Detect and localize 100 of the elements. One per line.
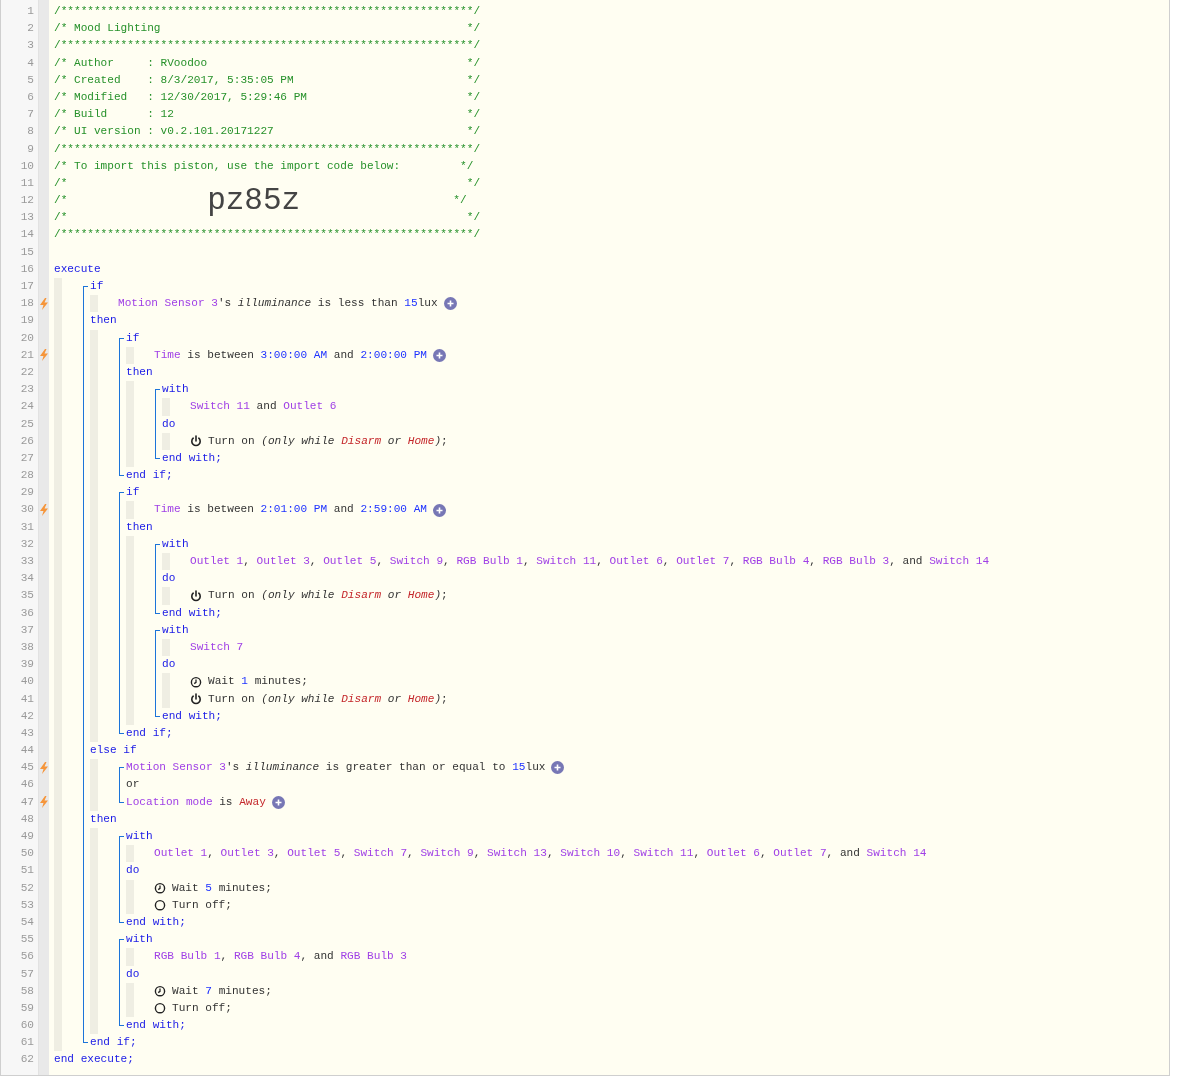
code-line: end if;	[90, 1035, 137, 1051]
line-number: 45	[19, 760, 35, 776]
line-number: 24	[19, 399, 35, 415]
clock-icon	[154, 882, 166, 895]
code-line: end if;	[126, 468, 173, 484]
line-number: 52	[19, 880, 35, 896]
line-number: 2	[26, 21, 35, 37]
line-number: 9	[26, 141, 35, 157]
line-number: 40	[19, 674, 35, 690]
code-line: if	[126, 485, 140, 501]
code-line: RGB Bulb 1, RGB Bulb 4, and RGB Bulb 3	[154, 949, 407, 965]
line-number: 17	[19, 279, 35, 294]
code-line: end with;	[162, 450, 222, 466]
line-number: 12	[19, 193, 35, 209]
add-button[interactable]	[551, 761, 565, 775]
code-line: /* Build : 12 */	[54, 107, 481, 123]
code-line: Outlet 1, Outlet 3, Outlet 5, Switch 7, Switch 9, Switch 13, Switch 10, Switch 11, Outlet 6, Outlet 7, and Switch 14	[154, 846, 927, 862]
line-number: 20	[19, 330, 35, 346]
code-line: if	[126, 330, 140, 346]
code-line: then	[126, 364, 153, 380]
line-number: 27	[19, 450, 35, 466]
code-line: Motion Sensor 3's illuminance is greater than or equal to 15lux	[126, 760, 546, 776]
code-line: /**************************************************************/	[54, 227, 481, 243]
power-icon	[190, 435, 202, 448]
code-line: Wait 1 minutes;	[208, 674, 308, 690]
line-number: 11	[19, 175, 35, 191]
line-number: 31	[19, 519, 35, 535]
code-line: do	[126, 966, 140, 982]
circle-icon	[154, 1002, 166, 1015]
line-number: 47	[19, 794, 35, 810]
code-line: with	[162, 382, 189, 398]
code-line: Turn on (only while Disarm or Home);	[208, 691, 448, 707]
line-number: 49	[19, 829, 35, 844]
line-number: 43	[19, 725, 35, 741]
code-line: Wait 7 minutes;	[172, 983, 272, 999]
code-line: Time is between 2:01:00 PM and 2:59:00 AM	[154, 502, 427, 518]
line-number: 44	[19, 743, 35, 759]
line-number: 51	[19, 863, 35, 879]
line-number: 34	[19, 571, 35, 587]
line-number: 61	[19, 1035, 35, 1051]
plus-icon	[273, 797, 283, 807]
code-line: /**************************************************************/	[54, 38, 481, 54]
code-line: Turn off;	[172, 897, 232, 913]
line-number: 32	[19, 536, 35, 552]
line-number: 28	[19, 468, 35, 484]
line-number: 23	[19, 382, 35, 398]
code-line: /* */	[54, 175, 481, 189]
plus-icon	[445, 299, 455, 309]
plus-icon	[553, 763, 563, 773]
code-line: /* To import this piston, use the import code below: */	[54, 158, 474, 174]
line-number: 21	[19, 347, 35, 363]
line-number: 58	[19, 983, 35, 999]
line-number: 10	[19, 158, 35, 174]
code-line: do	[162, 657, 176, 673]
code-line: with	[126, 932, 153, 948]
line-number: 6	[26, 89, 35, 105]
add-button[interactable]	[433, 503, 446, 517]
line-number: 54	[19, 914, 35, 930]
line-number: 26	[19, 433, 35, 449]
line-number: 22	[19, 364, 35, 380]
line-number: 41	[19, 691, 35, 707]
line-number: 14	[19, 227, 35, 243]
code-line: Turn on (only while Disarm or Home);	[208, 433, 448, 449]
code-line: /**************************************************************/	[54, 4, 481, 19]
add-button[interactable]	[443, 297, 457, 311]
line-number: 37	[19, 622, 35, 638]
add-button[interactable]	[271, 795, 285, 809]
code-line: then	[90, 811, 117, 827]
line-number: 1	[26, 4, 35, 19]
code-line: then	[126, 519, 153, 535]
line-number: 42	[19, 708, 35, 724]
plus-icon	[435, 505, 444, 515]
code-line: Turn off;	[172, 1000, 232, 1016]
line-number: 5	[26, 72, 35, 88]
line-number: 18	[19, 296, 35, 312]
line-number: 46	[19, 777, 35, 793]
code-line: if	[90, 279, 104, 294]
power-icon	[190, 693, 202, 706]
line-number: 59	[19, 1000, 35, 1016]
code-line: */	[452, 193, 467, 209]
code-line: Location mode is Away	[126, 794, 266, 810]
code-line: Time is between 3:00:00 AM and 2:00:00 PM	[154, 347, 427, 363]
plus-icon	[435, 350, 444, 360]
add-button[interactable]	[433, 348, 446, 362]
code-line: end execute;	[54, 1052, 134, 1068]
power-icon	[190, 589, 202, 602]
code-line: end if;	[126, 725, 173, 741]
line-number: 39	[19, 657, 35, 673]
line-number: 25	[19, 416, 35, 432]
line-number: 55	[19, 932, 35, 948]
code-line: else if	[90, 743, 137, 759]
code-line: with	[162, 622, 189, 638]
code-line: do	[126, 863, 140, 879]
line-number: 33	[19, 554, 35, 569]
line-number: 35	[19, 588, 35, 604]
code-line: with	[126, 829, 153, 844]
code-line: /* UI version : v0.2.101.20171227 */	[54, 124, 481, 140]
code-line: end with;	[162, 605, 222, 621]
line-number: 7	[26, 107, 35, 123]
code-line: /* Mood Lighting */	[54, 21, 481, 37]
